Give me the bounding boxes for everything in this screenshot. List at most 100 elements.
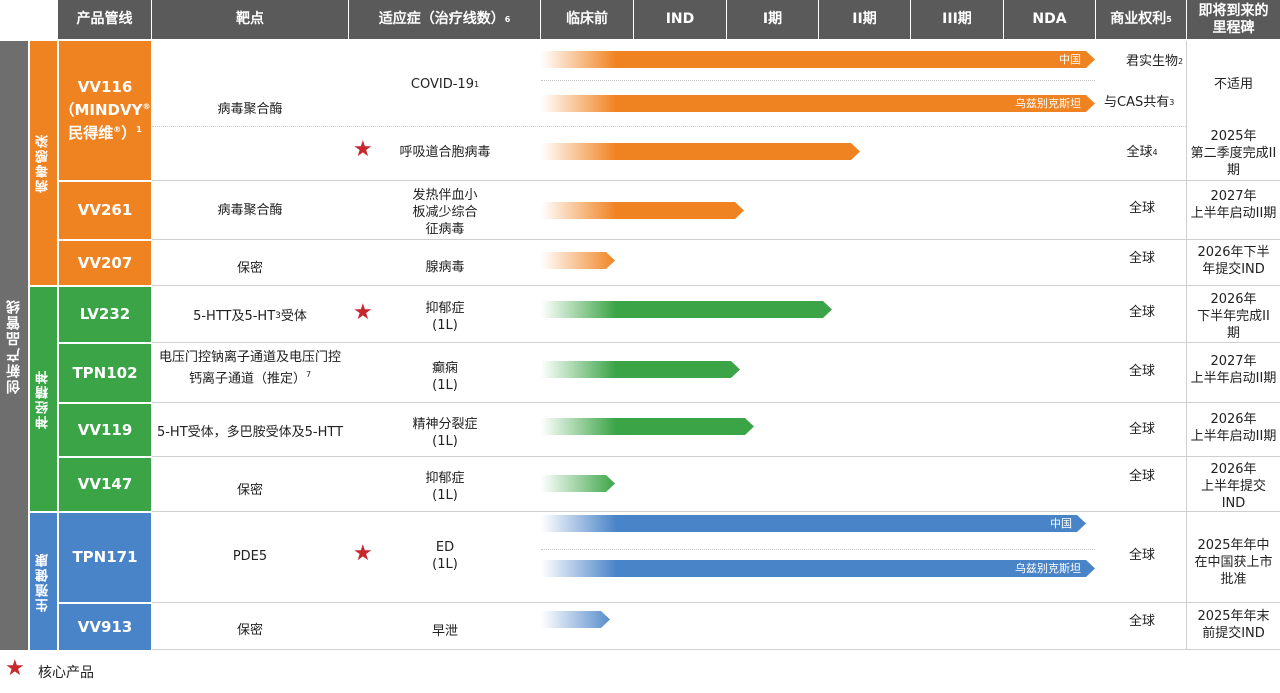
indication-tpn171: ED (1L)	[432, 540, 458, 572]
target-vv261: 病毒聚合酶	[217, 203, 283, 218]
indication-sfts: 发热伴血小 板减少综合 征病毒	[412, 187, 478, 237]
row-divider	[152, 402, 1280, 403]
indication-tpn102: 癫痫 (1L)	[431, 361, 458, 393]
progress-bar: 乌兹别克斯坦	[541, 560, 1095, 577]
product-lv232: LV232	[59, 287, 151, 342]
product-vv116-name: VV116	[77, 78, 133, 96]
header-phase1: I期	[727, 0, 818, 39]
group-repro-text: 生殖健康	[36, 551, 51, 612]
progress-bar	[541, 611, 610, 628]
target-lv232: 5-HTT及5-HT 3 受体	[193, 308, 307, 324]
indication-rsv: 呼吸道合胞病毒	[399, 144, 491, 160]
rights-vv119: 全球	[1128, 421, 1155, 437]
row-divider	[152, 511, 1280, 512]
target-tpn102: 电压门控钠离子通道及电压门控 钙离子通道（推定）7	[158, 349, 341, 387]
header-indication-note: 6	[504, 15, 511, 24]
rights-vv207: 全球	[1128, 250, 1155, 266]
progress-bar	[541, 475, 615, 492]
progress-bar: 乌兹别克斯坦	[541, 95, 1095, 112]
group-repro: 生殖健康	[30, 513, 57, 650]
target-vv913: 保密	[236, 622, 263, 638]
progress-bar	[541, 301, 832, 318]
milestone-covid: 不适用	[1213, 76, 1253, 92]
header-phase3: III期	[911, 0, 1003, 39]
subrow-divider	[541, 549, 1095, 550]
group-virus: 病毒感染	[30, 41, 57, 285]
header-preclinical: 临床前	[541, 0, 633, 39]
core-star-icon: ★	[353, 541, 373, 566]
rights-junshi: 君实生物 2	[1126, 53, 1184, 69]
target-vv207: 保密	[236, 261, 263, 276]
milestone-rsv: 2025年 第二季度完成II 期	[1190, 128, 1277, 178]
rights-rsv: 全球 4	[1126, 144, 1158, 160]
header-nda: NDA	[1004, 0, 1095, 39]
legend-label: 核心产品	[38, 665, 94, 681]
row-divider	[152, 342, 1280, 343]
target-vv119: 5-HT受体，多巴胺受体及5-HTT	[156, 424, 344, 440]
product-vv261: VV261	[59, 182, 151, 239]
indication-vv119: 精神分裂症 (1L)	[412, 417, 478, 449]
progress-bar: 中国	[541, 515, 1086, 532]
progress-bar	[541, 361, 740, 378]
milestone-vv913: 2025年年末 前提交IND	[1197, 609, 1270, 641]
product-tpn102: TPN102	[59, 344, 151, 402]
header-rights-note: 5	[1166, 15, 1172, 24]
product-vv207: VV207	[59, 241, 151, 285]
milestone-vv261: 2027年 上半年启动II期	[1190, 189, 1277, 221]
target-tpn171: PDE5	[232, 548, 268, 564]
row-divider	[152, 180, 1280, 181]
product-vv116: VV116 （MINDVY® 民得维®）1	[59, 41, 151, 180]
group-virus-text: 病毒感染	[36, 133, 51, 193]
rights-cas: 与CAS共有 3	[1104, 94, 1175, 110]
rights-vv147: 全球	[1128, 468, 1155, 484]
header-rights: 商业权利 5	[1096, 0, 1186, 39]
group-neuro: 神经精神	[30, 287, 57, 511]
progress-bar: 中国	[541, 51, 1095, 68]
outer-pipeline-label: 创新产品管线	[0, 41, 28, 650]
subrow-divider	[541, 80, 1095, 81]
product-vv147: VV147	[59, 458, 151, 511]
milestone-lv232: 2026年 下半年完成II 期	[1197, 291, 1270, 341]
indication-lv232: 抑郁症 (1L)	[425, 301, 465, 333]
core-star-icon: ★	[353, 300, 373, 325]
milestone-vv147: 2026年 上半年提交 IND	[1200, 461, 1266, 511]
product-vv913: VV913	[59, 604, 151, 650]
target-vv116: 病毒聚合酶	[217, 101, 283, 117]
indication-covid: COVID-19 1	[410, 76, 480, 92]
rights-lv232: 全球	[1128, 304, 1155, 320]
progress-bar	[541, 143, 860, 160]
indication-vv147: 抑郁症 (1L)	[425, 471, 465, 503]
rights-tpn171: 全球	[1128, 547, 1155, 563]
row-divider	[152, 285, 1280, 286]
milestone-tpn171: 2025年年中 在中国获上市 批准	[1194, 537, 1273, 587]
row-divider	[152, 239, 1280, 240]
product-tpn171: TPN171	[59, 513, 151, 602]
core-star-icon: ★	[353, 137, 373, 162]
milestone-vv119: 2026年 上半年启动II期	[1190, 412, 1277, 444]
milestone-tpn102: 2027年 上半年启动II期	[1190, 354, 1277, 386]
product-vv116-sub1: （MINDVY®	[59, 101, 151, 119]
progress-bar	[541, 418, 754, 435]
header-indication: 适应症（治疗线数） 6	[349, 0, 540, 39]
header-pipeline: 产品管线	[58, 0, 151, 39]
rights-tpn102: 全球	[1128, 363, 1155, 379]
row-divider	[152, 602, 1280, 603]
header-phase2: II期	[819, 0, 910, 39]
header-ind: IND	[634, 0, 726, 39]
target-vv147: 保密	[236, 482, 263, 498]
row-divider	[152, 649, 1280, 650]
progress-bar	[541, 252, 615, 269]
rights-vv913: 全球	[1128, 613, 1155, 629]
product-vv116-sub2: 民得维®）1	[68, 124, 142, 142]
outer-pipeline-text: 创新产品管线	[6, 297, 22, 394]
indication-adeno: 腺病毒	[425, 259, 465, 275]
progress-bar	[541, 202, 744, 219]
header-milestone: 即将到来的里程碑	[1187, 0, 1280, 39]
row-divider	[152, 456, 1280, 457]
indication-vv913: 早泄	[431, 623, 458, 639]
legend-star-icon: ★	[5, 656, 25, 681]
rights-vv261: 全球	[1128, 200, 1155, 216]
header-indication-text: 适应症（治疗线数）	[378, 11, 505, 27]
group-neuro-text: 神经精神	[36, 369, 51, 429]
milestone-vv207: 2026年下半 年提交IND	[1197, 245, 1270, 277]
